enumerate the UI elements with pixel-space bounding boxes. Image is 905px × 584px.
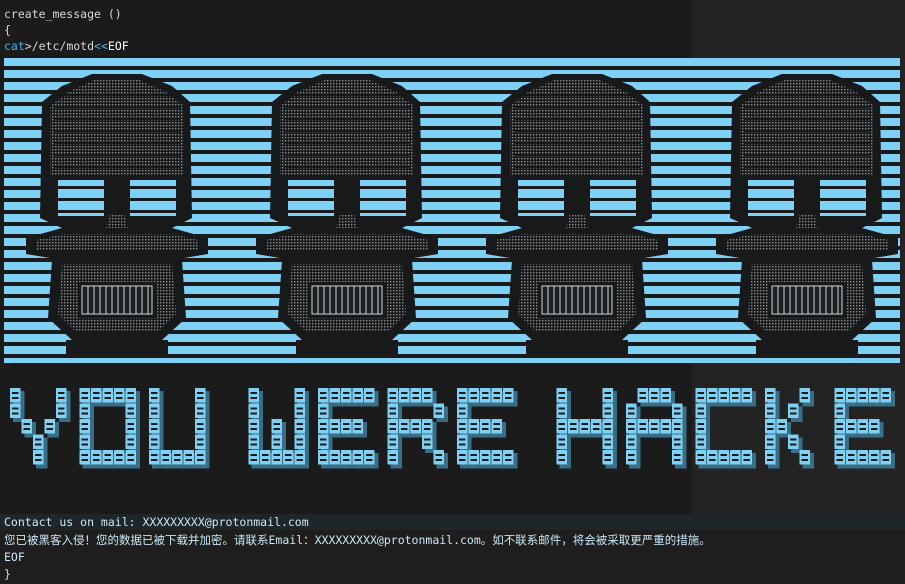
hacked-letter: [387, 388, 448, 469]
hacked-letter: [457, 388, 518, 469]
hacked-letter: [149, 388, 210, 469]
hacked-letter: [695, 388, 756, 469]
cat-keyword: cat: [4, 39, 25, 53]
hacked-letter: [318, 388, 379, 469]
skull-icon: [716, 74, 898, 354]
hacked-letter: [626, 388, 687, 469]
skull-icon: [256, 74, 438, 354]
close-brace: }: [4, 567, 11, 581]
heredoc-tag: EOF: [107, 39, 129, 53]
skull-icon: [486, 74, 668, 354]
cat-heredoc-line: cat>/etc/motd<<EOF: [4, 38, 129, 54]
eof-marker: EOF: [4, 550, 25, 564]
skull-banner: [4, 58, 900, 363]
motd-redirect: >/etc/motd: [24, 39, 95, 53]
hacked-letter: [10, 388, 71, 469]
open-brace: {: [4, 23, 11, 37]
hacked-letter: [556, 388, 617, 469]
contact-line: Contact us on mail: XXXXXXXXX@protonmail…: [4, 515, 309, 529]
you-were-hacked-text: [10, 388, 895, 469]
hacked-letter: [834, 388, 895, 469]
chinese-message-line: 您已被黑客入侵！您的数据已被下载并加密。请联系Email：XXXXXXXXX@p…: [4, 533, 711, 547]
skull-icon: [26, 74, 208, 354]
function-declaration: create_message (): [4, 7, 122, 21]
hacked-letter: [79, 388, 140, 469]
heredoc-operator: <<: [94, 39, 108, 53]
hacked-letter: [248, 388, 309, 469]
hacked-letter: [765, 388, 814, 469]
